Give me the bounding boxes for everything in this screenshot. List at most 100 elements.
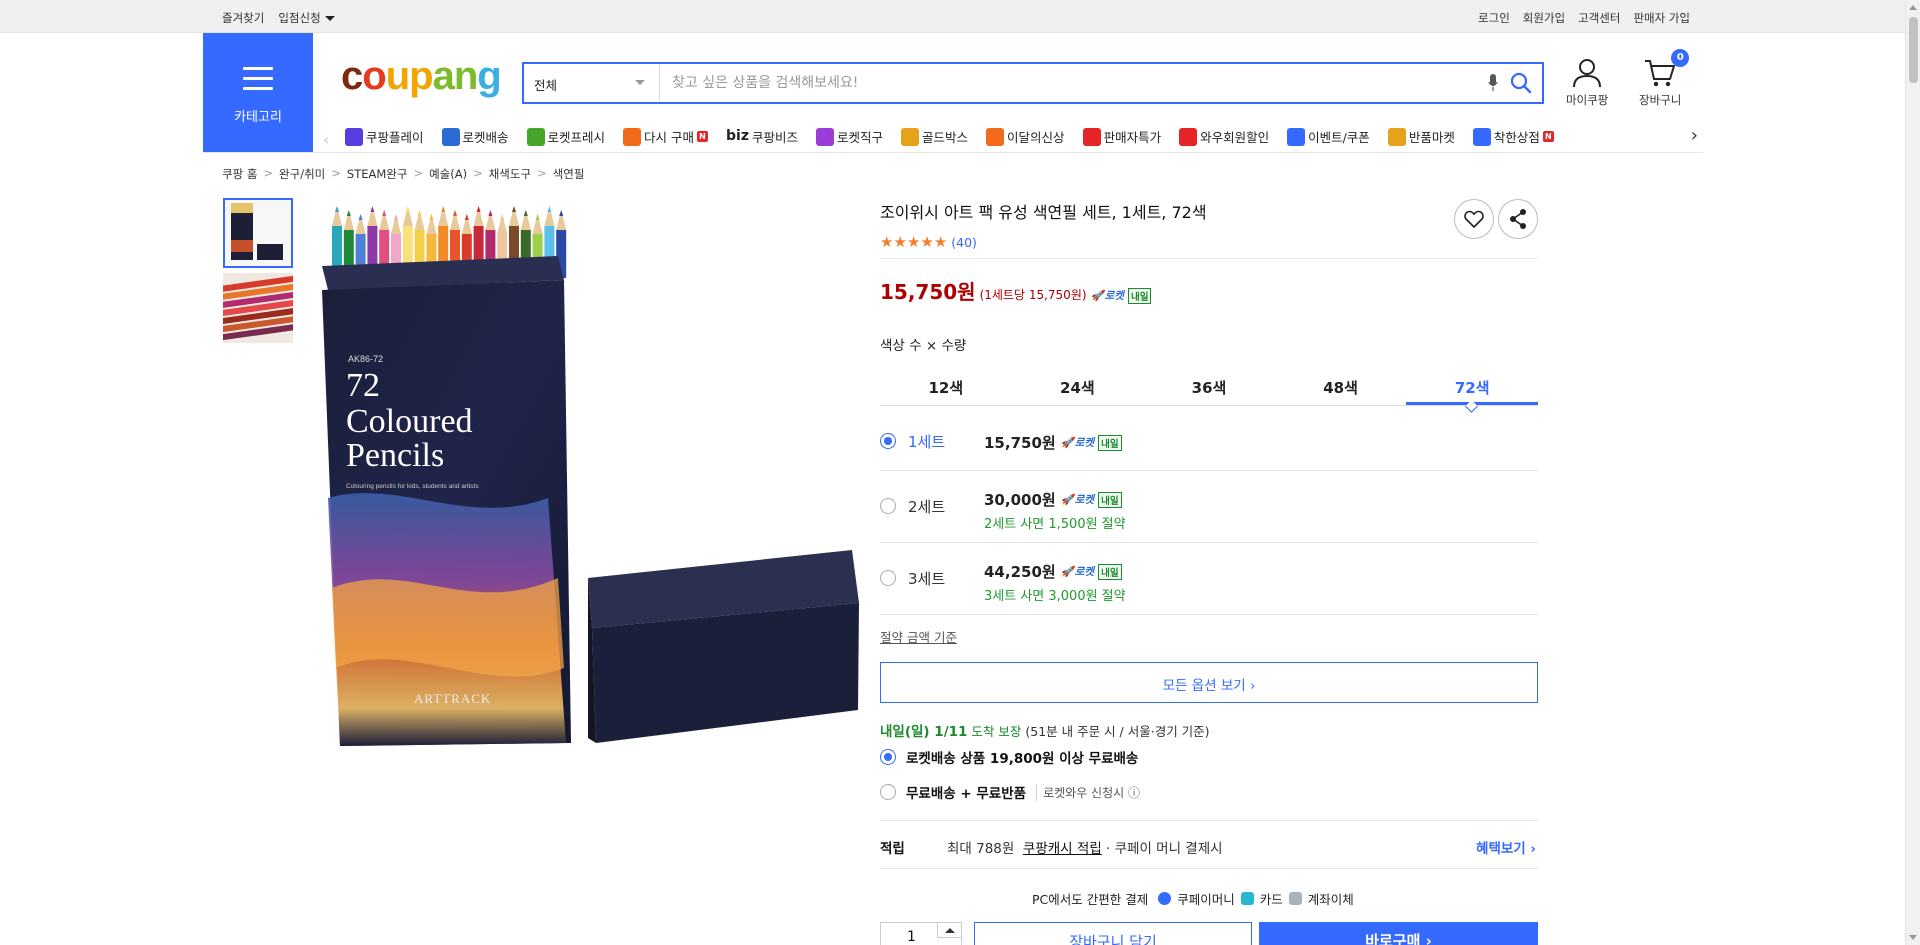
quantity-radio[interactable] — [880, 433, 896, 449]
product-main-image[interactable]: AK86-72 72 Coloured Pencils Colouring pe… — [318, 198, 863, 748]
shipping-radio-2[interactable] — [880, 784, 896, 800]
mypage-button[interactable]: 마이쿠팡 — [1566, 58, 1608, 108]
nav-item-9[interactable]: 와우회원할인 — [1179, 127, 1269, 146]
rocket-label: 로켓 — [1074, 437, 1095, 449]
nav-item-label: 로켓직구 — [837, 130, 884, 145]
quantity-stepper[interactable]: 1 — [880, 922, 962, 945]
pencil-lead — [500, 214, 505, 220]
nav-item-label: 쿠팡비즈 — [752, 130, 799, 145]
breadcrumb-link[interactable]: 완구/취미 — [279, 166, 325, 182]
breadcrumb-link[interactable]: 색연필 — [553, 166, 585, 182]
search-input[interactable] — [664, 64, 1454, 102]
title-divider — [880, 258, 1538, 259]
coupay-money-icon — [1158, 892, 1172, 905]
mypage-label: 마이쿠팡 — [1566, 93, 1609, 107]
tab-color-4[interactable]: 72색 — [1406, 366, 1538, 405]
favorite-button[interactable] — [1454, 199, 1494, 239]
search-icon[interactable] — [1510, 72, 1532, 94]
pencil-lead — [523, 210, 528, 216]
search-category-select[interactable]: 전체 — [524, 64, 660, 102]
scroll-down-icon[interactable] — [1909, 935, 1917, 940]
seller-apply-link[interactable]: 입점신청 — [278, 10, 335, 26]
nav-item-1[interactable]: 로켓배송 — [441, 127, 509, 146]
tab-color-2[interactable]: 36색 — [1143, 366, 1275, 405]
review-count[interactable]: (40) — [951, 235, 977, 250]
cart-label: 장바구니 — [1639, 93, 1682, 107]
quantity-value[interactable]: 1 — [907, 929, 916, 945]
nav-item-2[interactable]: 로켓프레시 — [526, 127, 605, 146]
benefits-link[interactable]: 혜택보기 › — [1476, 837, 1536, 857]
breadcrumb-separator-icon: > — [473, 166, 483, 180]
nav-item-3[interactable]: 다시 구매 N — [623, 127, 709, 146]
nav-item-6[interactable]: 골드박스 — [901, 127, 968, 146]
globe-icon — [816, 127, 835, 146]
cart-button[interactable]: 장바구니 0 — [1639, 49, 1690, 108]
nav-item-5[interactable]: 로켓직구 — [816, 127, 883, 146]
coupang-cash-link[interactable]: 쿠팡캐시 적립 — [1023, 841, 1102, 857]
tab-color-1[interactable]: 24색 — [1012, 366, 1144, 405]
play-icon — [345, 127, 363, 146]
quantity-price-row: 44,250원 🚀 로켓 내일 — [984, 561, 1122, 582]
pencil-lead — [476, 206, 481, 212]
buy-now-button[interactable]: 바로구매 › — [1259, 922, 1538, 945]
nav-item-label: 반품마켓 — [1408, 130, 1455, 145]
quantity-option-2[interactable]: 2세트 30,000원 🚀 로켓 내일 2세트 사면 1,500원 절약 — [880, 471, 1538, 543]
signup-link[interactable]: 회원가입 — [1523, 10, 1565, 26]
pencil-lead — [488, 210, 493, 216]
nav-item-7[interactable]: 이달의신상 — [986, 127, 1065, 146]
microphone-icon[interactable] — [1488, 74, 1498, 92]
nav-item-8[interactable]: 판매자특가 — [1082, 127, 1161, 146]
nav-item-4[interactable]: biz 쿠팡비즈 — [726, 127, 798, 146]
login-link[interactable]: 로그인 — [1478, 10, 1510, 26]
pencil-lead — [405, 206, 410, 212]
nav-item-12[interactable]: 착한상점 N — [1472, 127, 1554, 146]
tab-color-3[interactable]: 48색 — [1275, 366, 1407, 405]
breadcrumb: 쿠팡 홈 > 완구/취미 > STEAM완구 > 예술(A) > 채색도구 > 색연필 — [222, 166, 584, 182]
rating[interactable]: ★★★★★ (40) — [880, 233, 977, 251]
quantity-radio[interactable] — [880, 570, 896, 586]
scroll-thumb[interactable] — [1909, 17, 1918, 83]
add-to-cart-button[interactable]: 장바구니 담기 — [974, 922, 1252, 945]
tab-color-0[interactable]: 12색 — [880, 366, 1012, 405]
breadcrumb-link[interactable]: 채색도구 — [489, 166, 531, 182]
customer-center-link[interactable]: 고객센터 — [1578, 10, 1620, 26]
pencil-lead — [453, 210, 457, 216]
quantity-increase-icon[interactable] — [937, 923, 961, 938]
option-label: 색상 수 × 수량 — [880, 338, 967, 354]
breadcrumb-link[interactable]: STEAM완구 — [347, 166, 408, 182]
pc-pay-label: PC에서도 간편한 결제 — [1032, 892, 1149, 907]
quantity-option-1[interactable]: 1세트 15,750원 🚀 로켓 내일 — [880, 407, 1538, 471]
scroll-up-icon[interactable] — [1909, 5, 1917, 10]
store-icon — [1472, 127, 1491, 146]
tomorrow-badge: 내일 — [1098, 491, 1122, 508]
bookmark-link[interactable]: 즐겨찾기 — [222, 10, 264, 26]
rocket-label: 로켓 — [1074, 494, 1095, 506]
quantity-option-3[interactable]: 3세트 44,250원 🚀 로켓 내일 3세트 사면 3,000원 절약 — [880, 543, 1538, 615]
all-options-button[interactable]: 모든 옵션 보기 › — [880, 662, 1538, 703]
nav-item-label: 로켓배송 — [462, 130, 509, 145]
quantity-radio[interactable] — [880, 498, 896, 514]
rocket-label: 로켓 — [1074, 566, 1095, 578]
page-scrollbar[interactable] — [1905, 0, 1920, 945]
shipping-option-rocket[interactable]: 로켓배송 상품 19,800원 이상 무료배송 — [880, 747, 1138, 767]
breadcrumb-link[interactable]: 예술(A) — [429, 166, 467, 182]
seller-signup-link[interactable]: 판매자 가입 — [1633, 10, 1690, 26]
nav-item-11[interactable]: 반품마켓 — [1387, 127, 1455, 146]
breadcrumb-link[interactable]: 쿠팡 홈 — [222, 166, 257, 182]
nav-item-0[interactable]: 쿠팡플레이 — [345, 127, 424, 146]
share-button[interactable] — [1498, 199, 1538, 239]
saving-basis-link[interactable]: 절약 금액 기준 — [880, 627, 957, 646]
nav-item-10[interactable]: 이벤트/쿠폰 — [1287, 127, 1370, 146]
thumbnail-1[interactable] — [223, 198, 293, 268]
nav-next-icon[interactable]: › — [1691, 125, 1698, 146]
nav-item-label: 이달의신상 — [1007, 130, 1065, 145]
coupang-logo[interactable]: coupang — [341, 56, 502, 96]
biz-icon: biz — [726, 127, 749, 144]
thumbnail-2[interactable] — [223, 273, 293, 343]
shipping-radio-1[interactable] — [880, 749, 896, 765]
category-menu-button[interactable]: 카테고리 — [203, 33, 313, 152]
rocket-icon: 🚀 — [1090, 290, 1104, 302]
nav-prev-icon[interactable]: ‹ — [323, 130, 329, 149]
shipping-option-wow[interactable]: 무료배송 + 무료반품 로켓와우 신청시 ⓘ — [880, 782, 1140, 802]
nav-item-label: 이벤트/쿠폰 — [1308, 130, 1370, 145]
